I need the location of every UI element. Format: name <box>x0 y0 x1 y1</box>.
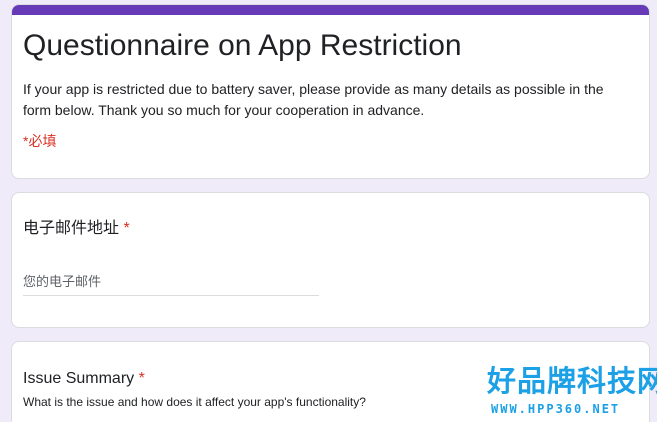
required-note: *必填 <box>23 133 57 149</box>
watermark-brand: 好品牌科技网 <box>487 364 657 398</box>
email-question-title: 电子邮件地址 * <box>23 218 130 240</box>
issue-summary-title: Issue Summary * <box>23 368 145 390</box>
watermark-url: WWW.HPP360.NET <box>491 402 621 416</box>
form-description: If your app is restricted due to battery… <box>23 81 604 118</box>
required-asterisk: * <box>123 220 130 237</box>
site-watermark: 好品牌科技网 WWW.HPP360.NET <box>487 363 657 419</box>
form-accent-bar <box>12 5 649 15</box>
required-asterisk: * <box>138 370 145 387</box>
email-question-label: 电子邮件地址 <box>23 220 120 237</box>
issue-summary-label: Issue Summary <box>23 370 135 387</box>
email-field[interactable] <box>23 268 319 296</box>
email-question-card <box>11 192 650 328</box>
form-title: Questionnaire on App Restriction <box>23 29 462 62</box>
issue-summary-help-text: What is the issue and how does it affect… <box>23 395 366 409</box>
form-page: Questionnaire on App Restriction If your… <box>0 0 657 422</box>
